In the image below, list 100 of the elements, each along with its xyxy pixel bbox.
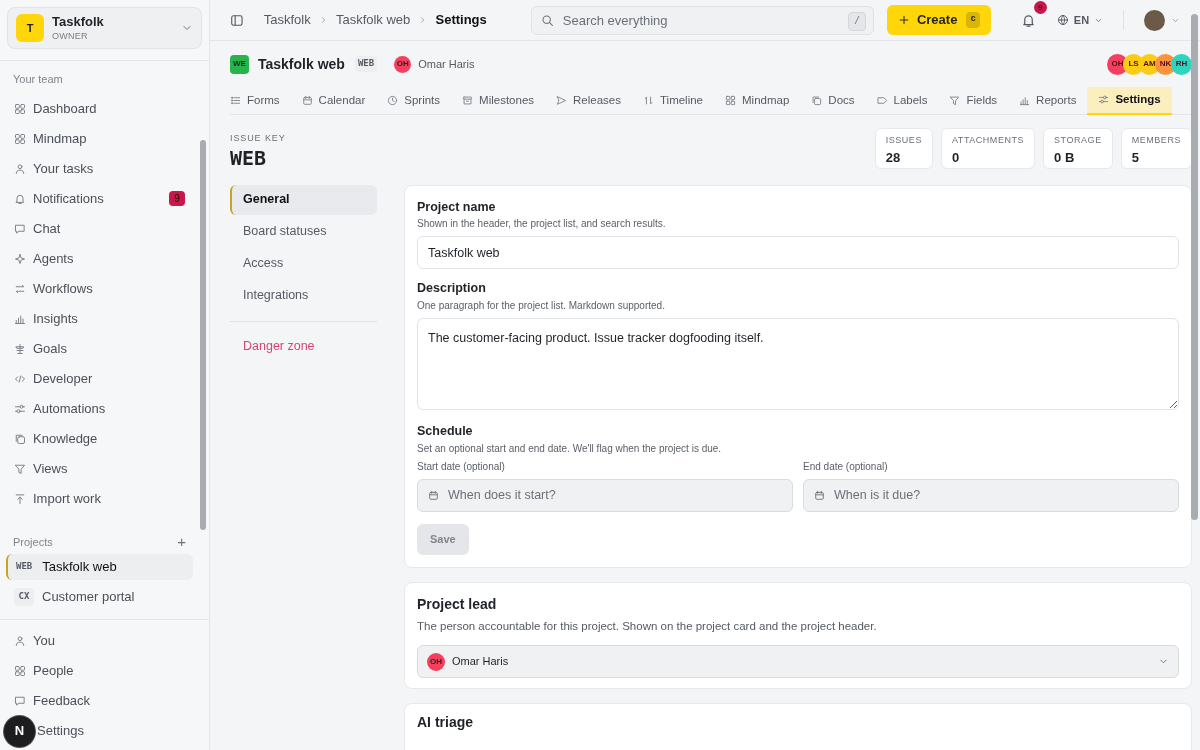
project-item[interactable]: CX Customer portal bbox=[6, 584, 193, 610]
breadcrumb-link[interactable]: Settings bbox=[435, 10, 487, 30]
dev-tools-button[interactable]: N bbox=[4, 715, 35, 747]
field-hint: One paragraph for the project list. Markdown supported. bbox=[417, 299, 666, 313]
sidebar-item[interactable]: Knowledge bbox=[6, 423, 193, 454]
text-area[interactable]: The customer-facing product. Issue tracker dogfooding itself. bbox=[417, 318, 1179, 410]
tab[interactable]: Milestones bbox=[451, 86, 546, 115]
sidebar-item[interactable]: Dashboard bbox=[6, 93, 193, 124]
tab[interactable]: Settings bbox=[1087, 86, 1172, 115]
sidebar-item[interactable]: Insights bbox=[6, 303, 193, 334]
field-label: Schedule bbox=[417, 423, 474, 440]
tab[interactable]: Reports bbox=[1008, 86, 1088, 115]
shortcut-key: c bbox=[966, 12, 980, 28]
globe-icon bbox=[1056, 14, 1069, 26]
settings-nav-item[interactable]: General bbox=[230, 184, 377, 215]
settings-nav-item[interactable]: Danger zone bbox=[230, 331, 377, 362]
issue-key-value: WEB bbox=[230, 145, 268, 171]
bar-chart-icon bbox=[14, 312, 26, 325]
text-field[interactable]: Taskfolk web bbox=[417, 236, 1179, 270]
chat-bubble-icon bbox=[14, 222, 26, 235]
sidebar-item[interactable]: Feedback bbox=[6, 686, 193, 716]
tab[interactable]: Calendar bbox=[290, 86, 377, 115]
field-label: Start date (optional) bbox=[417, 459, 506, 474]
workspace-switcher[interactable]: T Taskfolk OWNER bbox=[7, 7, 202, 49]
language-button[interactable]: EN bbox=[1056, 11, 1104, 29]
create-button[interactable]: Create c bbox=[886, 5, 991, 35]
sidebar-item[interactable]: Notifications 9 bbox=[6, 183, 193, 214]
sidebar-item[interactable]: Views bbox=[6, 453, 193, 484]
project-title: Taskfolk web bbox=[258, 54, 345, 74]
stat-label: ATTACHMENTS bbox=[951, 134, 1025, 147]
tab[interactable]: Releases bbox=[545, 86, 632, 115]
sidebar-item[interactable]: Import work bbox=[6, 483, 193, 514]
card-title: AI triage bbox=[417, 713, 474, 732]
sliders-icon bbox=[1098, 94, 1110, 105]
project-lead-name: Omar Haris bbox=[418, 56, 475, 72]
stat-label: ISSUES bbox=[885, 134, 922, 147]
stat-label: MEMBERS bbox=[1131, 134, 1181, 147]
project-key-tag: CX bbox=[14, 588, 34, 606]
breadcrumb-link[interactable]: Taskfolk bbox=[263, 10, 311, 30]
section-heading: Projects bbox=[13, 534, 53, 550]
sidebar-item[interactable]: You bbox=[6, 626, 193, 656]
sidebar-toggle-icon[interactable] bbox=[230, 12, 244, 28]
filter-icon bbox=[14, 462, 26, 475]
stat-value: 5 bbox=[1131, 148, 1140, 167]
avatar-placeholder bbox=[1144, 9, 1165, 31]
sidebar-item[interactable]: Settings bbox=[37, 721, 84, 741]
sidebar-item[interactable]: Developer bbox=[6, 363, 193, 394]
user-menu-button[interactable] bbox=[1144, 9, 1180, 31]
sidebar-item[interactable]: Agents bbox=[6, 243, 193, 274]
tab[interactable]: Fields bbox=[938, 86, 1009, 115]
sparkle-icon bbox=[14, 252, 26, 265]
upload-icon bbox=[14, 492, 26, 505]
grid-icon bbox=[14, 102, 26, 115]
sidebar-item[interactable]: Goals bbox=[6, 333, 193, 364]
signpost-icon bbox=[14, 342, 26, 355]
calendar-icon bbox=[301, 95, 313, 106]
project-item[interactable]: WEB Taskfolk web bbox=[6, 554, 193, 580]
count-badge: 9 bbox=[169, 191, 185, 206]
grid-icon bbox=[725, 95, 736, 106]
tab[interactable]: Forms bbox=[230, 86, 291, 115]
add-project-button[interactable]: + bbox=[177, 534, 186, 550]
workspace-role: OWNER bbox=[52, 30, 89, 42]
bell-icon bbox=[14, 192, 26, 205]
sidebar-item[interactable]: People bbox=[6, 656, 193, 686]
scrollbar[interactable] bbox=[200, 140, 206, 530]
field-label: Project name bbox=[417, 198, 497, 216]
person-icon bbox=[14, 635, 26, 647]
card-description: The person accountable for this project. Shown on the project card and the project header. bbox=[417, 618, 878, 634]
copy-icon bbox=[14, 432, 26, 445]
chat-bubble-icon bbox=[14, 695, 26, 707]
tab[interactable]: Timeline bbox=[632, 86, 714, 115]
stat-value: 0 B bbox=[1054, 148, 1076, 167]
select-field[interactable]: OH Omar Haris bbox=[417, 645, 1179, 678]
project-key-tag: WEB bbox=[354, 56, 378, 72]
sidebar-item[interactable]: Chat bbox=[6, 213, 193, 244]
tab[interactable]: Sprints bbox=[376, 86, 452, 115]
tag-icon bbox=[876, 95, 888, 106]
tab[interactable]: Labels bbox=[865, 86, 939, 115]
grid-icon bbox=[14, 132, 26, 145]
search-icon bbox=[540, 13, 554, 27]
stat-label: STORAGE bbox=[1054, 134, 1102, 147]
date-field[interactable]: When does it start? bbox=[417, 478, 793, 512]
sidebar-item[interactable]: Mindmap bbox=[6, 123, 193, 154]
send-icon bbox=[556, 95, 568, 106]
settings-nav-item[interactable]: Access bbox=[230, 248, 377, 279]
project-name: Customer portal bbox=[42, 588, 135, 607]
clock-icon bbox=[387, 95, 399, 106]
tab[interactable]: Docs bbox=[800, 86, 866, 115]
scrollbar[interactable] bbox=[1191, 14, 1198, 520]
date-field[interactable]: When is it due? bbox=[803, 478, 1179, 512]
sidebar-item[interactable]: Workflows bbox=[6, 273, 193, 304]
tab[interactable]: Mindmap bbox=[714, 86, 801, 115]
stat-value: 28 bbox=[885, 148, 902, 167]
breadcrumb-link[interactable]: Taskfolk web bbox=[335, 10, 411, 30]
sidebar-item[interactable]: Automations bbox=[6, 393, 193, 424]
settings-nav-item[interactable]: Integrations bbox=[230, 280, 377, 311]
settings-nav-item[interactable]: Board statuses bbox=[230, 216, 377, 247]
section-heading: Your team bbox=[12, 72, 64, 87]
code-icon bbox=[14, 372, 26, 385]
sidebar-item[interactable]: Your tasks bbox=[6, 153, 193, 184]
